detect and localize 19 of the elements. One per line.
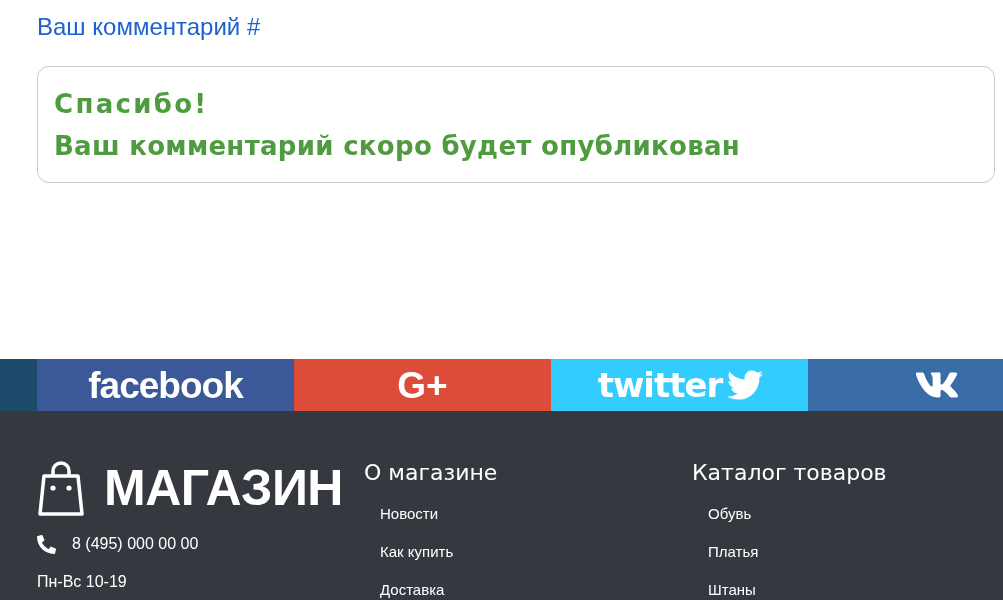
vk-share-button[interactable] bbox=[808, 359, 1003, 411]
footer-link[interactable]: Как купить bbox=[380, 542, 454, 560]
shopping-bag-icon bbox=[37, 459, 85, 517]
opening-hours: Пн-Вс 10-19 bbox=[37, 572, 127, 592]
footer-link[interactable]: Штаны bbox=[708, 580, 756, 598]
footer-link[interactable]: Доставка bbox=[380, 580, 445, 598]
footer-link[interactable]: Обувь bbox=[708, 504, 752, 522]
logo-text: МАГАЗИН bbox=[104, 463, 343, 513]
googleplus-share-button[interactable]: G+ bbox=[294, 359, 551, 411]
footer-column-title: Каталог товаров bbox=[692, 459, 887, 487]
message-text: Ваш комментарий скоро будет опубликован bbox=[54, 130, 740, 162]
thank-you-text: Спасибо! bbox=[54, 88, 209, 120]
comment-heading: Ваш комментарий # bbox=[37, 12, 261, 42]
footer-link[interactable]: Платья bbox=[708, 542, 759, 560]
footer-link[interactable]: Новости bbox=[380, 504, 439, 522]
phone-number: 8 (495) 000 00 00 bbox=[72, 534, 199, 554]
footer-column-title: О магазине bbox=[364, 459, 498, 487]
phone-icon bbox=[37, 534, 56, 554]
facebook-share-button[interactable]: facebook bbox=[37, 359, 294, 411]
